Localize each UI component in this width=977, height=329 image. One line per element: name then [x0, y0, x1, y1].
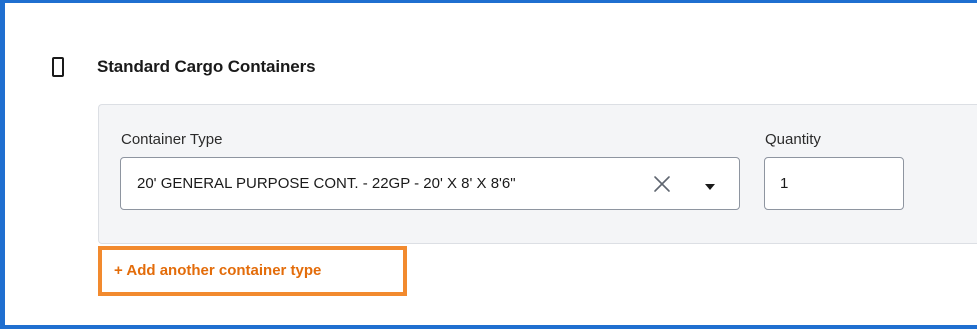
quantity-label: Quantity: [765, 131, 821, 148]
close-icon[interactable]: [652, 174, 672, 194]
container-type-value: 20' GENERAL PURPOSE CONT. - 22GP - 20' X…: [137, 175, 516, 192]
quantity-input[interactable]: [764, 157, 904, 210]
container-type-label: Container Type: [121, 131, 223, 148]
chevron-down-icon[interactable]: [703, 179, 717, 190]
section-title: Standard Cargo Containers: [97, 57, 316, 76]
container-icon: [52, 57, 64, 77]
container-type-select[interactable]: 20' GENERAL PURPOSE CONT. - 22GP - 20' X…: [120, 157, 740, 210]
section-header: [52, 55, 64, 79]
add-container-type-link[interactable]: + Add another container type: [114, 262, 321, 280]
